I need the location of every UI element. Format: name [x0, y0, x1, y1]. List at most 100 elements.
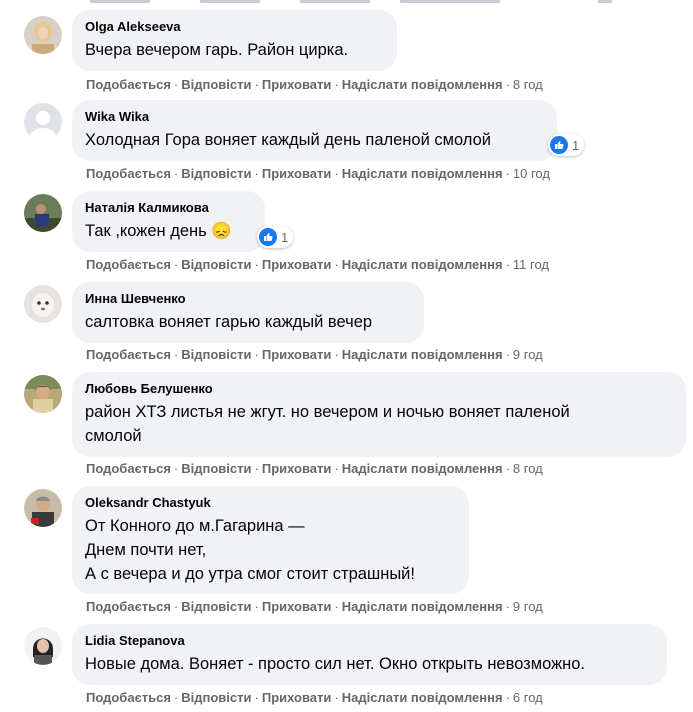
separator: · [505, 690, 510, 705]
reply-button[interactable]: Відповісти [181, 166, 251, 181]
separator: · [334, 347, 339, 362]
comment-author[interactable]: Lidia Stepanova [85, 633, 654, 649]
send-message-button[interactable]: Надіслати повідомлення [342, 257, 503, 272]
avatar[interactable] [24, 103, 62, 141]
comment-bubble: Oleksandr Chastyuk От Конного до м.Гагар… [72, 486, 469, 594]
send-message-button[interactable]: Надіслати повідомлення [342, 166, 503, 181]
hide-button[interactable]: Приховати [262, 347, 332, 362]
hide-button[interactable]: Приховати [262, 599, 332, 614]
comment-timestamp[interactable]: 10 год [513, 166, 550, 181]
separator: · [505, 77, 510, 92]
avatar[interactable] [24, 16, 62, 54]
comment-timestamp[interactable]: 8 год [513, 461, 543, 476]
send-message-button[interactable]: Надіслати повідомлення [342, 347, 503, 362]
comment-text-line: смолой [85, 427, 142, 445]
comment-author[interactable]: Любовь Белушенко [85, 381, 673, 397]
comment-bubble: Olga Alekseeva Вчера вечером гарь. Район… [72, 10, 397, 71]
comment-author[interactable]: Наталія Калмикова [85, 200, 252, 216]
separator: · [334, 77, 339, 92]
separator: · [334, 166, 339, 181]
comment-author[interactable]: Olga Alekseeva [85, 19, 384, 35]
like-icon [259, 228, 277, 246]
reply-button[interactable]: Відповісти [181, 690, 251, 705]
comment-text-line: А с вечера и до утра смог стоит страшный… [85, 565, 415, 583]
like-icon [550, 136, 568, 154]
comment-bubble: Наталія Калмикова Так ,кожен день 😞 [72, 191, 265, 252]
like-button[interactable]: Подобається [86, 461, 171, 476]
comment-timestamp[interactable]: 11 год [513, 257, 549, 272]
like-button[interactable]: Подобається [86, 257, 171, 272]
clipped-action [90, 0, 150, 3]
avatar[interactable] [24, 627, 62, 665]
reply-button[interactable]: Відповісти [181, 599, 251, 614]
comment-author[interactable]: Oleksandr Chastyuk [85, 495, 456, 511]
separator: · [334, 690, 339, 705]
comment-timestamp[interactable]: 6 год [513, 690, 543, 705]
avatar-photo-icon [24, 375, 62, 413]
clipped-action [400, 0, 500, 3]
comment-timestamp[interactable]: 9 год [513, 599, 543, 614]
comment-author[interactable]: Wika Wika [85, 109, 544, 125]
comment-text: Новые дома. Воняет - просто сил нет. Окн… [85, 655, 585, 673]
separator: · [334, 599, 339, 614]
comment-bubble: Wika Wika Холодная Гора воняет каждый де… [72, 100, 557, 161]
like-button[interactable]: Подобається [86, 77, 171, 92]
separator: · [254, 77, 259, 92]
separator: · [173, 461, 179, 476]
comment-actions: Подобається · Відповісти · Приховати · Надісла… [86, 77, 543, 93]
reply-button[interactable]: Відповісти [181, 257, 251, 272]
comment-bubble: Lidia Stepanova Новые дома. Воняет - про… [72, 624, 667, 685]
hide-button[interactable]: Приховати [262, 461, 332, 476]
clipped-action [300, 0, 370, 3]
reply-button[interactable]: Відповісти [181, 461, 251, 476]
comment-text-line: От Конного до м.Гагарина — [85, 517, 305, 535]
separator: · [505, 166, 510, 181]
separator: · [505, 461, 510, 476]
separator: · [254, 461, 259, 476]
reaction-count: 1 [281, 229, 289, 245]
reaction-summary[interactable]: 1 [548, 134, 585, 156]
send-message-button[interactable]: Надіслати повідомлення [342, 77, 503, 92]
comment-text: Вчера вечером гарь. Район цирка. [85, 41, 349, 59]
avatar[interactable] [24, 489, 62, 527]
comment-text: Холодная Гора воняет каждый день паленой… [85, 131, 492, 149]
hide-button[interactable]: Приховати [262, 690, 332, 705]
like-button[interactable]: Подобається [86, 166, 171, 181]
separator: · [254, 599, 259, 614]
separator: · [254, 257, 259, 272]
avatar[interactable] [24, 285, 62, 323]
comment-text-body: Так ,кожен день [85, 222, 207, 240]
send-message-button[interactable]: Надіслати повідомлення [342, 599, 503, 614]
avatar-photo-icon [24, 489, 62, 527]
separator: · [505, 257, 510, 272]
comment-text-line: Днем почти нет, [85, 541, 207, 559]
separator: · [254, 347, 259, 362]
like-button[interactable]: Подобається [86, 599, 171, 614]
separator: · [334, 461, 339, 476]
comment-actions: Подобається · Відповісти · Приховати · Надісла… [86, 690, 543, 706]
hide-button[interactable]: Приховати [262, 77, 332, 92]
comment-bubble: Любовь Белушенко район ХТЗ листья не жгу… [72, 372, 686, 457]
comment-actions: Подобається · Відповісти · Приховати · Надісла… [86, 347, 543, 363]
separator: · [173, 690, 179, 705]
send-message-button[interactable]: Надіслати повідомлення [342, 461, 503, 476]
avatar[interactable] [24, 375, 62, 413]
like-button[interactable]: Подобається [86, 690, 171, 705]
reply-button[interactable]: Відповісти [181, 77, 251, 92]
hide-button[interactable]: Приховати [262, 166, 332, 181]
comment-author[interactable]: Инна Шевченко [85, 291, 411, 307]
previous-comment-actions-clipped [0, 0, 693, 4]
reaction-summary[interactable]: 1 [257, 226, 294, 248]
like-button[interactable]: Подобається [86, 347, 171, 362]
reply-button[interactable]: Відповісти [181, 347, 251, 362]
default-avatar-icon [24, 103, 62, 141]
comment-actions: Подобається · Відповісти · Приховати · Надісла… [86, 461, 543, 477]
comment-timestamp[interactable]: 8 год [513, 77, 543, 92]
sad-face-emoji: 😞 [211, 222, 232, 240]
hide-button[interactable]: Приховати [262, 257, 332, 272]
comment-bubble: Инна Шевченко салтовка воняет гарью кажд… [72, 282, 424, 343]
avatar[interactable] [24, 194, 62, 232]
separator: · [173, 257, 179, 272]
comment-timestamp[interactable]: 9 год [513, 347, 543, 362]
send-message-button[interactable]: Надіслати повідомлення [342, 690, 503, 705]
